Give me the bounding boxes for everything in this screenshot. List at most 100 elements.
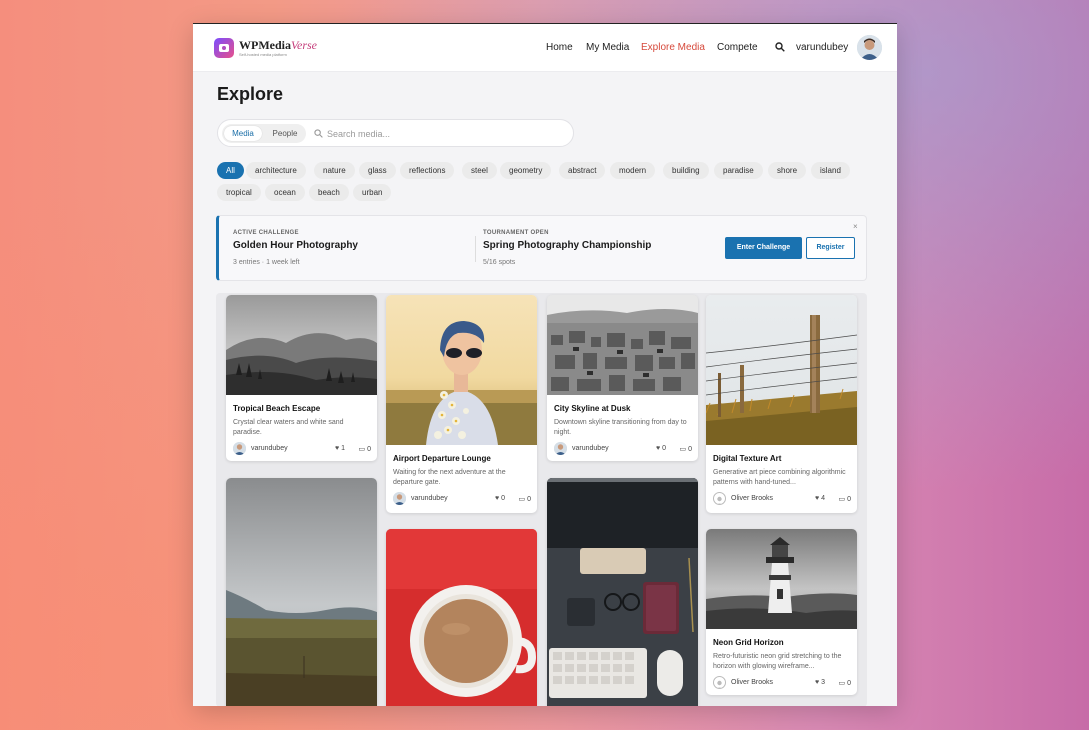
like-count[interactable]: ♥ 0 [495, 495, 505, 502]
card-footer: varundubey ♥ 0 ▭ 0 [393, 492, 531, 506]
tag-filter[interactable]: geometry [500, 162, 552, 179]
tag-filter[interactable]: glass [359, 162, 396, 179]
heart-icon: ♥ [814, 495, 820, 502]
tab-people[interactable]: People [266, 126, 304, 141]
tag-filter[interactable]: beach [309, 184, 349, 201]
media-card[interactable]: Tropical Beach Escape Crystal clear wate… [226, 295, 377, 461]
heart-icon: ♥ [494, 495, 500, 502]
card-title[interactable]: City Skyline at Dusk [554, 404, 630, 413]
comment-icon: ▭ [838, 680, 846, 687]
author-avatar[interactable] [554, 442, 567, 455]
author-name[interactable]: Oliver Brooks [731, 679, 773, 686]
media-card[interactable]: Airport Departure Lounge Waiting for the… [386, 295, 537, 513]
like-count[interactable]: ♥ 3 [815, 679, 825, 686]
top-navbar: WPMediaVerse Self-hosted media platform … [193, 24, 897, 72]
tag-filter[interactable]: building [663, 162, 709, 179]
media-thumbnail[interactable] [226, 295, 377, 395]
tag-filter[interactable]: paradise [714, 162, 763, 179]
tournament-title[interactable]: Spring Photography Championship [483, 240, 651, 251]
tag-filter[interactable]: nature [314, 162, 355, 179]
media-card[interactable]: Digital Texture Art Generative art piece… [706, 295, 857, 513]
heart-icon: ♥ [814, 679, 820, 686]
user-menu-name[interactable]: varundubey [796, 42, 848, 53]
card-title[interactable]: Tropical Beach Escape [233, 404, 320, 413]
tag-filter[interactable]: shore [768, 162, 807, 179]
media-grid: Tropical Beach Escape Crystal clear wate… [216, 293, 867, 706]
card-footer: varundubey ♥ 0 ▭ 0 [554, 442, 692, 456]
author-name[interactable]: varundubey [251, 445, 288, 452]
tab-media[interactable]: Media [224, 126, 262, 141]
card-description: Generative art piece combining algorithm… [713, 469, 846, 486]
search-bar: Media People Search media... [217, 119, 574, 147]
tag-filter[interactable]: architecture [246, 162, 306, 179]
card-description: Retro-futuristic neon grid stretching to… [713, 653, 842, 670]
search-input-icon [314, 129, 323, 138]
media-thumbnail[interactable] [386, 295, 537, 445]
register-button[interactable]: Register [806, 237, 855, 259]
comment-count[interactable]: ▭ 0 [519, 495, 531, 503]
nav-home[interactable]: Home [546, 42, 573, 53]
author-name[interactable]: varundubey [572, 445, 609, 452]
media-thumbnail[interactable] [386, 529, 537, 706]
comment-icon: ▭ [838, 496, 846, 503]
media-thumbnail[interactable] [547, 478, 698, 706]
author-avatar[interactable] [713, 676, 726, 689]
tag-filter[interactable]: abstract [559, 162, 606, 179]
comment-count[interactable]: ▭ 0 [359, 445, 371, 453]
card-title[interactable]: Neon Grid Horizon [713, 638, 784, 647]
like-count[interactable]: ♥ 4 [815, 495, 825, 502]
tag-filter[interactable]: island [811, 162, 850, 179]
author-name[interactable]: varundubey [411, 495, 448, 502]
nav-compete[interactable]: Compete [717, 42, 758, 53]
page-title: Explore [217, 84, 284, 104]
media-card[interactable] [226, 478, 377, 706]
tag-filter[interactable]: reflections [400, 162, 455, 179]
user-avatar[interactable] [857, 35, 882, 60]
media-thumbnail[interactable] [226, 478, 377, 706]
card-title[interactable]: Digital Texture Art [713, 454, 781, 463]
comment-icon: ▭ [679, 446, 687, 453]
tournament-kicker: TOURNAMENT OPEN [483, 230, 549, 236]
close-banner-icon[interactable]: × [853, 222, 858, 231]
tag-filter[interactable]: modern [610, 162, 656, 179]
search-mode-toggle: Media People [222, 124, 306, 143]
tag-filter[interactable]: urban [353, 184, 392, 201]
heart-icon: ♥ [655, 445, 661, 452]
search-icon[interactable] [775, 42, 785, 52]
media-card[interactable]: City Skyline at Dusk Downtown skyline tr… [547, 295, 698, 461]
tag-filter[interactable]: steel [462, 162, 497, 179]
media-thumbnail[interactable] [547, 295, 698, 395]
comment-count[interactable]: ▭ 0 [839, 495, 851, 503]
author-avatar[interactable] [393, 492, 406, 505]
search-input[interactable]: Search media... [327, 129, 390, 139]
author-name[interactable]: Oliver Brooks [731, 495, 773, 502]
media-card[interactable] [547, 478, 698, 706]
tournament-meta: 5/16 spots [483, 259, 516, 266]
nav-explore-media[interactable]: Explore Media [641, 42, 705, 53]
author-avatar[interactable] [233, 442, 246, 455]
tag-filter[interactable]: ocean [265, 184, 305, 201]
challenge-meta: 3 entries · 1 week left [233, 259, 300, 266]
like-count[interactable]: ♥ 0 [656, 445, 666, 452]
tag-filter[interactable]: tropical [217, 184, 261, 201]
media-card[interactable]: Neon Grid Horizon Retro-futuristic neon … [706, 529, 857, 695]
media-thumbnail[interactable] [706, 529, 857, 629]
brand-tagline: Self-hosted media platform [239, 52, 287, 57]
tag-filter-all[interactable]: All [217, 162, 244, 179]
like-count[interactable]: ♥ 1 [335, 445, 345, 452]
media-thumbnail[interactable] [706, 295, 857, 445]
comment-count[interactable]: ▭ 0 [680, 445, 692, 453]
challenge-title[interactable]: Golden Hour Photography [233, 240, 358, 251]
enter-challenge-button[interactable]: Enter Challenge [725, 237, 802, 259]
brand-logo-icon[interactable] [214, 38, 234, 58]
challenge-banner: ACTIVE CHALLENGE Golden Hour Photography… [216, 215, 867, 281]
author-avatar[interactable] [713, 492, 726, 505]
nav-my-media[interactable]: My Media [586, 42, 629, 53]
brand-name[interactable]: WPMediaVerse [239, 38, 317, 53]
challenge-kicker: ACTIVE CHALLENGE [233, 230, 299, 236]
card-description: Crystal clear waters and white sand para… [233, 419, 344, 436]
media-card[interactable] [386, 529, 537, 706]
comment-count[interactable]: ▭ 0 [839, 679, 851, 687]
browser-window: WPMediaVerse Self-hosted media platform … [193, 23, 897, 706]
card-title[interactable]: Airport Departure Lounge [393, 454, 491, 463]
